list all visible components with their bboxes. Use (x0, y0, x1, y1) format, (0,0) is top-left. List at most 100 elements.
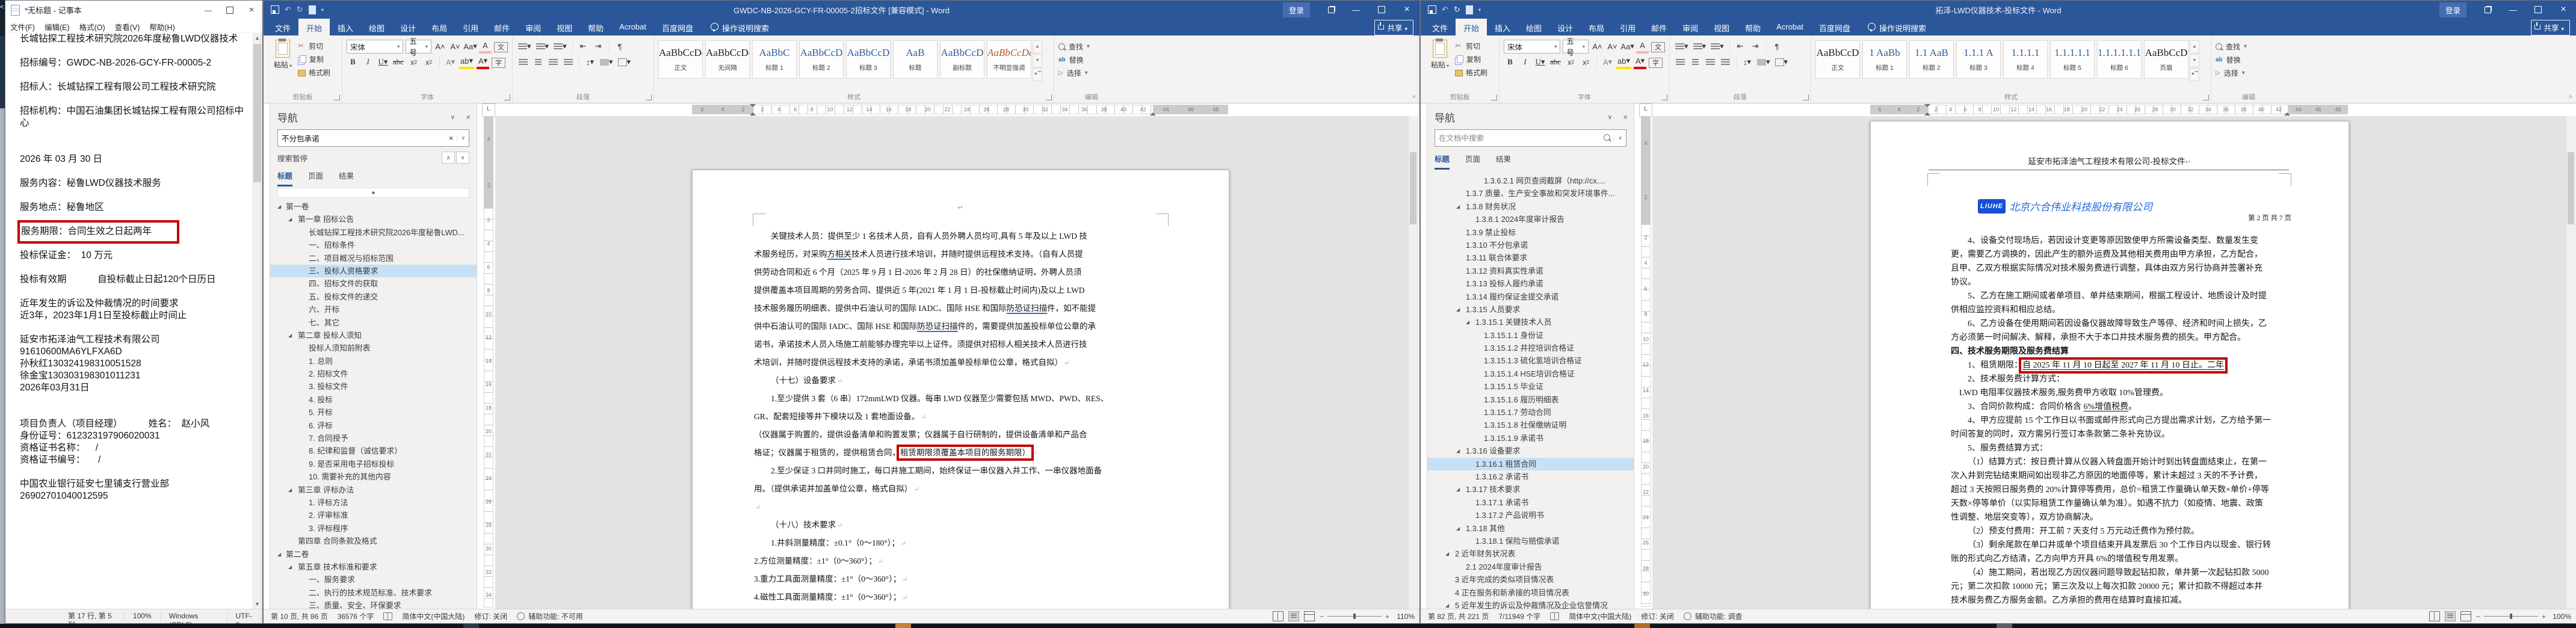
ribbon-tab[interactable]: 设计 (392, 19, 424, 35)
expand-arrow-icon[interactable]: ◢ (1456, 200, 1460, 213)
bold-button[interactable]: B (347, 56, 359, 68)
increase-indent-button[interactable]: ⇥ (1749, 40, 1762, 52)
justify-button[interactable] (1719, 56, 1732, 68)
horizontal-ruler[interactable]: 642 246810121416182022242628303234363840… (1870, 103, 2348, 116)
print-preview-icon[interactable] (309, 5, 316, 14)
heading-item[interactable]: ◢ 1.3.6.2.1 网页查阅截屏（http://cx.... (1427, 174, 1634, 187)
undo-icon[interactable]: ↶ (285, 5, 291, 14)
multilevel-list-button[interactable]: ▾ (1710, 40, 1725, 52)
tell-me-search[interactable]: 操作说明搜索 (1858, 19, 1932, 35)
heading-item[interactable]: ◢ 第一卷 (270, 200, 477, 213)
ribbon-tab[interactable]: 视图 (1706, 19, 1737, 35)
search-options-icon[interactable]: ∨ (457, 135, 469, 141)
restore-button[interactable] (1369, 1, 1394, 19)
proofing-icon[interactable] (383, 612, 392, 620)
menu-item[interactable]: 帮助(H) (144, 19, 179, 32)
right-indent-marker[interactable] (2284, 109, 2290, 115)
style-card[interactable]: AaBbCcD 页眉 (2144, 40, 2188, 79)
font-size-combo[interactable]: 五号▾ (406, 40, 431, 54)
numbering-button[interactable]: ▾ (1692, 40, 1708, 52)
align-left-button[interactable] (517, 56, 530, 68)
heading-item[interactable]: ◢ 2. 招标文件 (270, 368, 477, 380)
expand-arrow-icon[interactable]: ◢ (1456, 303, 1460, 316)
word-count[interactable]: 36576 个字 (338, 611, 374, 621)
font-color-button[interactable]: A▾ (477, 55, 489, 69)
expand-arrow-icon[interactable]: ◢ (1456, 522, 1460, 535)
ribbon-tab[interactable]: 布局 (424, 19, 455, 35)
document-text[interactable]: 4、设备交付现场后，若因设计变更等原因致使甲方所需设备类型、数量发生变↵更，需要… (1951, 234, 2279, 608)
heading-item[interactable]: ◢ 1.3.15.1.9 承诺书 (1427, 432, 1634, 445)
dialog-launcher-icon[interactable] (1046, 94, 1052, 100)
notepad-scrollbar[interactable]: ▲ ▼ (252, 33, 262, 609)
copy-button[interactable]: 复制 (298, 53, 330, 65)
justify-button[interactable] (562, 56, 575, 68)
ribbon-tab[interactable]: 引用 (455, 19, 486, 35)
menu-item[interactable]: 查看(V) (110, 19, 145, 32)
heading-item[interactable]: ◢ 2 近年财务状况表 (1427, 547, 1634, 560)
find-button[interactable]: 查找▾ (1058, 41, 1125, 52)
ribbon-tab[interactable]: 百度网盘 (654, 19, 701, 35)
heading-item[interactable]: ◢ 长城钻探工程技术研究院2026年度秘鲁LWD... (270, 226, 477, 239)
nav-collapse-icon[interactable]: ∨ (1607, 113, 1612, 121)
style-card[interactable]: 1.1 AaB 标题 2 (1909, 40, 1954, 79)
nav-tab[interactable]: 页面 (1465, 153, 1480, 170)
collapse-ribbon-icon[interactable]: ˄ (2569, 94, 2572, 100)
ribbon-display-options-icon[interactable] (2475, 1, 2500, 19)
minimize-button[interactable]: — (197, 1, 219, 19)
dialog-launcher-icon[interactable] (334, 94, 340, 100)
heading-item[interactable]: ◢ 1.3.17 技术要求 (1427, 483, 1634, 496)
styles-scroll-up-icon[interactable]: ▲ (1033, 40, 1042, 54)
styles-scroll-down-icon[interactable]: ▼ (2190, 54, 2199, 67)
strikethrough-button[interactable]: abc (1549, 56, 1562, 68)
hanging-indent-marker[interactable] (750, 109, 756, 115)
right-indent-marker[interactable] (1150, 109, 1156, 115)
zoom-slider[interactable]: − + (2476, 612, 2546, 621)
hanging-indent-marker[interactable] (1924, 109, 1930, 115)
style-card[interactable]: AaBbCcDd 不明显强调 (987, 40, 1031, 79)
expand-arrow-icon[interactable]: ◢ (277, 548, 281, 561)
nav-tab[interactable]: 结果 (339, 170, 354, 186)
style-card[interactable]: AaBbC 标题 1 (752, 40, 797, 79)
heading-item[interactable]: ◢ 1.3.16.1 租赁合同 (1427, 458, 1634, 470)
borders-button[interactable]: ▾ (617, 56, 632, 68)
decrease-indent-button[interactable]: ⇤ (577, 40, 590, 52)
read-mode-icon[interactable] (2429, 611, 2440, 621)
styles-scroll-down-icon[interactable]: ▼ (1033, 54, 1042, 67)
select-button[interactable]: ▷选择▾ (1058, 67, 1125, 79)
minimize-button[interactable]: — (2500, 1, 2525, 19)
save-icon[interactable] (271, 5, 279, 14)
nav-close-icon[interactable]: × (466, 112, 471, 122)
qat-customize-icon[interactable]: ▾ (321, 7, 324, 13)
style-card[interactable]: AaBbCcDd 正文 (658, 40, 703, 79)
heading-item[interactable]: ◢ 1.3.15.1 关键技术人员 (1427, 316, 1634, 328)
heading-item[interactable]: ◢ 8. 纪律和监督（诚信要求） (270, 445, 477, 457)
ribbon-tab[interactable]: 审阅 (1675, 19, 1706, 35)
bullets-button[interactable]: ▾ (517, 40, 533, 52)
results-scroll-top[interactable]: ▲ (277, 188, 469, 198)
dialog-launcher-icon[interactable] (1491, 94, 1497, 100)
heading-item[interactable]: ◢ 3. 评标程序 (270, 522, 477, 535)
expand-arrow-icon[interactable]: ◢ (1456, 483, 1460, 496)
page-indicator[interactable]: 第 10 页, 共 86 页 (271, 611, 328, 621)
phonetic-guide-button[interactable]: 文 (494, 42, 508, 52)
qat-customize-icon[interactable]: ▾ (1478, 7, 1481, 13)
ribbon-tab[interactable]: 帮助 (580, 19, 611, 35)
clear-search-icon[interactable]: × (445, 134, 457, 143)
track-changes-indicator[interactable]: 修订: 关闭 (474, 611, 507, 621)
heading-item[interactable]: ◢ 5 近年发生的诉讼及仲裁情况及企业信誉情况 (1427, 599, 1634, 609)
heading-item[interactable]: ◢ 第四章 合同条款及格式 (270, 535, 477, 547)
nav-tab[interactable]: 结果 (1496, 153, 1511, 170)
style-card[interactable]: 1.1.1.1 标题 4 (2003, 40, 2048, 79)
heading-item[interactable]: ◢ 1.3.18 其他 (1427, 522, 1634, 535)
signin-button[interactable]: 登录 (1283, 2, 1310, 17)
font-size-combo[interactable]: 五号▾ (1563, 40, 1589, 54)
heading-item[interactable]: ◢ 1.3.12 资料真实性承诺 (1427, 265, 1634, 277)
vertical-ruler[interactable]: 42 24681012141618202224262830 (1639, 116, 1652, 609)
expand-arrow-icon[interactable]: ◢ (277, 200, 281, 213)
nav-tab[interactable]: 页面 (308, 170, 323, 186)
zoom-slider[interactable]: − + (1320, 612, 1389, 621)
heading-item[interactable]: ◢ 1.3.17.1 承诺书 (1427, 496, 1634, 509)
text-effects-button[interactable]: A▾ (1601, 56, 1614, 68)
tab-stop-selector[interactable]: L (1639, 103, 1652, 117)
heading-item[interactable]: ◢ 6. 评标 (270, 419, 477, 432)
